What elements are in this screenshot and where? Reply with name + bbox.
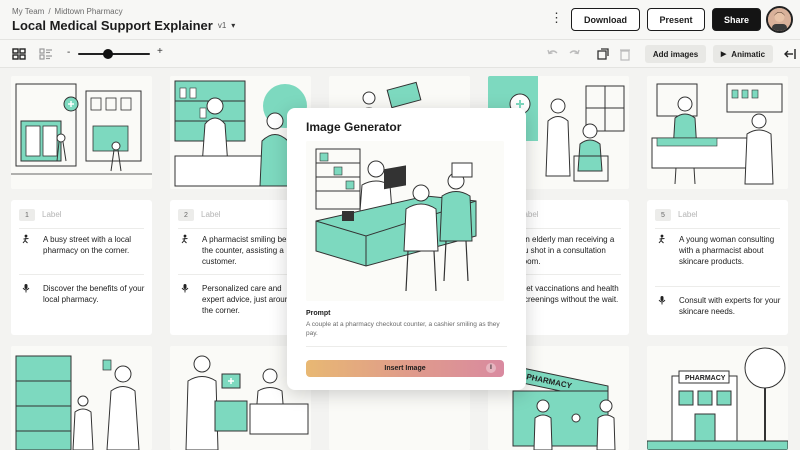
- scene-image-1[interactable]: [11, 76, 152, 189]
- trash-icon[interactable]: [617, 46, 633, 62]
- header: My Team / Midtown Pharmacy Local Medical…: [0, 0, 800, 40]
- zoom-in-button[interactable]: +: [157, 46, 163, 57]
- card-label[interactable]: Label: [201, 210, 221, 219]
- storyboard-card-1[interactable]: 1 Label A busy street with a local pharm…: [11, 200, 152, 335]
- chevron-down-icon[interactable]: ▾: [231, 21, 235, 30]
- add-images-label: Add images: [652, 49, 699, 59]
- action-figure-icon: [22, 234, 29, 244]
- skincare-consult-illustration: [651, 83, 783, 185]
- scene-image-5[interactable]: [647, 76, 788, 189]
- storyboard-card-5[interactable]: 5 Label A young woman consulting with a …: [647, 200, 788, 335]
- breadcrumb-project[interactable]: Midtown Pharmacy: [55, 7, 123, 16]
- undo-icon[interactable]: [545, 46, 561, 62]
- add-images-button[interactable]: Add images: [645, 45, 706, 63]
- pharmacy-building-illustration: PHARMACY: [647, 347, 788, 450]
- duplicate-icon[interactable]: [595, 46, 611, 62]
- more-options-icon[interactable]: ⋮: [550, 11, 563, 24]
- card-voiceover-text[interactable]: Get vaccinations and health screenings w…: [520, 283, 622, 305]
- card-action-text[interactable]: A young woman consulting with a pharmaci…: [679, 234, 781, 267]
- divider: [19, 228, 144, 229]
- prompt-label: Prompt: [306, 310, 331, 317]
- collapse-panel-icon[interactable]: [782, 46, 798, 62]
- breadcrumb: My Team / Midtown Pharmacy: [12, 7, 123, 16]
- modal-title: Image Generator: [306, 120, 402, 134]
- animatic-label: Animatic: [731, 49, 766, 59]
- card-voiceover-text[interactable]: Consult with experts for your skincare n…: [679, 295, 781, 317]
- prompt-text[interactable]: A couple at a pharmacy checkout counter,…: [306, 320, 511, 338]
- microphone-icon: [181, 284, 189, 293]
- version-selector[interactable]: v1: [218, 21, 226, 30]
- breadcrumb-team[interactable]: My Team: [12, 7, 44, 16]
- keyboard-shortcut-badge: I: [486, 363, 496, 373]
- card-action-text[interactable]: An elderly man receiving a flu shot in a…: [520, 234, 622, 267]
- toolbar: - + Add images ▶ Animatic: [0, 40, 800, 68]
- avatar[interactable]: [766, 6, 793, 33]
- divider: [178, 228, 303, 229]
- zoom-out-button[interactable]: -: [67, 47, 70, 58]
- list-view-icon[interactable]: [38, 46, 54, 62]
- card-number: 2: [178, 209, 194, 221]
- microphone-icon: [22, 284, 30, 293]
- zoom-slider-handle[interactable]: [102, 49, 113, 59]
- action-figure-icon: [181, 234, 188, 244]
- divider: [178, 274, 303, 275]
- scene-image-6[interactable]: [11, 346, 152, 450]
- divider: [306, 346, 507, 347]
- card-voiceover-text[interactable]: Discover the benefits of your local phar…: [43, 283, 145, 305]
- pharmacy-building-sign: PHARMACY: [685, 375, 726, 382]
- action-figure-icon: [658, 234, 665, 244]
- download-button[interactable]: Download: [571, 8, 640, 31]
- grid-view-icon[interactable]: [11, 46, 27, 62]
- insert-image-label: Insert Image: [384, 365, 426, 372]
- divider: [19, 274, 144, 275]
- play-icon: ▶: [720, 51, 727, 58]
- image-generator-modal: Image Generator Prompt A couple at a pha…: [287, 108, 526, 390]
- card-label[interactable]: Label: [678, 210, 698, 219]
- page-title[interactable]: Local Medical Support Explainer: [12, 18, 213, 33]
- pharmacy-shelves-illustration: [15, 355, 140, 450]
- checkout-counter-illustration: [306, 141, 504, 301]
- redo-icon[interactable]: [566, 46, 582, 62]
- scene-image-10[interactable]: PHARMACY: [647, 346, 788, 450]
- microphone-icon: [658, 296, 666, 305]
- generated-image-preview[interactable]: [306, 141, 504, 301]
- zoom-slider[interactable]: [78, 49, 150, 59]
- card-number: 1: [19, 209, 35, 221]
- share-button[interactable]: Share: [712, 8, 761, 31]
- breadcrumb-separator: /: [48, 7, 51, 16]
- street-pharmacy-illustration: [11, 83, 152, 175]
- present-button[interactable]: Present: [647, 8, 705, 31]
- card-action-text[interactable]: A busy street with a local pharmacy on t…: [43, 234, 145, 256]
- divider: [655, 286, 780, 287]
- insert-image-button[interactable]: Insert Image I: [306, 360, 504, 377]
- animatic-button[interactable]: ▶ Animatic: [713, 45, 773, 63]
- card-number: 5: [655, 209, 671, 221]
- title-row: Local Medical Support Explainer v1 ▾: [12, 18, 235, 33]
- divider: [655, 228, 780, 229]
- user-avatar-icon: [768, 8, 791, 31]
- card-label[interactable]: Label: [42, 210, 62, 219]
